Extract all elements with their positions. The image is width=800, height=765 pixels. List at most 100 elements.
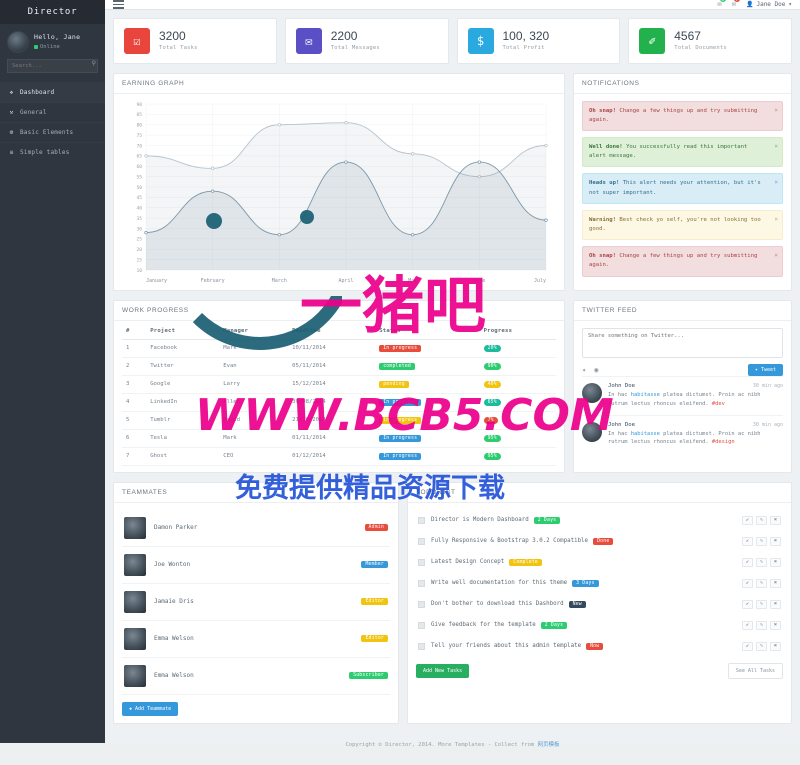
close-icon[interactable]: ✖ <box>770 515 781 525</box>
todo-actions: ✔ ✎ ✖ <box>742 599 781 609</box>
pencil-icon[interactable]: ✎ <box>756 557 767 567</box>
list-item[interactable]: Damon Parker Admin <box>122 510 390 547</box>
todo-checkbox[interactable] <box>418 558 425 566</box>
camera-icon[interactable]: ◉ <box>594 366 598 374</box>
cell-status: completed <box>375 357 480 376</box>
todo-list-panel: TODO LIST Director is Modern Dashboard 2… <box>407 481 792 724</box>
tweet-link[interactable]: habitasse <box>631 431 660 437</box>
tweet-button-label: Tweet <box>760 366 776 373</box>
close-icon[interactable]: × <box>774 251 778 261</box>
stat-value: 2200 <box>330 29 358 44</box>
check-icon[interactable]: ✔ <box>742 599 753 609</box>
sidebar-item-label: Simple tables <box>20 149 70 156</box>
list-item[interactable]: Jamaie Dris Editor <box>122 584 390 621</box>
sidebar-item-basic-elements[interactable]: ⚙ Basic Elements <box>0 122 105 142</box>
stat-card-total-messages[interactable]: ✉ 2200 Total Messages <box>284 17 449 64</box>
tweet-link[interactable]: habitasse <box>631 392 660 398</box>
pencil-icon[interactable]: ✎ <box>756 578 767 588</box>
check-icon[interactable]: ✔ <box>742 515 753 525</box>
pencil-icon[interactable]: ✎ <box>756 620 767 630</box>
sidebar-item-simple-tables[interactable]: ≡ Simple tables <box>0 142 105 162</box>
add-new-tasks-button[interactable]: Add New Tasks <box>416 663 470 678</box>
tweet-text: In hac habitasse platea dictumst. Proin … <box>608 391 761 407</box>
close-icon[interactable]: ✖ <box>770 578 781 588</box>
bell-icon[interactable]: ✉7 <box>732 0 740 8</box>
tweet-button[interactable]: ✦ Tweet <box>747 363 783 376</box>
cell-project: Tumblr <box>146 411 220 430</box>
alert-success: Well done! You successfully read this im… <box>582 136 783 168</box>
close-icon[interactable]: ✖ <box>770 599 781 609</box>
table-row[interactable]: 6 Tesla Mark 01/11/2014 In progress 95% <box>122 429 556 448</box>
alert-danger: Oh snap! Change a few things up and try … <box>582 100 783 131</box>
close-icon[interactable]: × <box>774 142 778 152</box>
pencil-icon[interactable]: ✎ <box>756 536 767 546</box>
check-icon[interactable]: ✔ <box>742 536 753 546</box>
close-icon[interactable]: × <box>774 178 778 188</box>
sidebar-item-general[interactable]: ⚒ General <box>0 102 105 122</box>
pencil-icon[interactable]: ✎ <box>756 599 767 609</box>
check-icon[interactable]: ✔ <box>742 578 753 588</box>
todo-checkbox[interactable] <box>418 537 425 545</box>
check-icon[interactable]: ✔ <box>742 557 753 567</box>
close-icon[interactable]: ✖ <box>770 536 781 546</box>
status-badge: completed <box>379 362 415 370</box>
svg-text:60: 60 <box>136 164 142 170</box>
close-icon[interactable]: ✖ <box>770 620 781 630</box>
cell-index: 4 <box>122 393 147 412</box>
close-icon[interactable]: × <box>774 106 778 116</box>
panel-title: TWITTER FEED <box>574 301 791 321</box>
table-row[interactable]: 3 Google Larry 15/12/2014 pending 40% <box>122 375 556 394</box>
todo-checkbox[interactable] <box>418 642 425 650</box>
cell-manager: Mark <box>219 429 289 448</box>
envelope-icon: ✉ <box>295 27 322 54</box>
table-row[interactable]: 1 Facebook Mark 10/11/2014 In progress 2… <box>122 339 556 358</box>
user-status-label: Online <box>40 43 60 50</box>
close-icon[interactable]: × <box>774 215 778 225</box>
check-icon[interactable]: ✔ <box>742 641 753 651</box>
cell-status: In progress <box>375 447 480 466</box>
tweet-hashtag[interactable]: #design <box>712 439 735 445</box>
close-icon[interactable]: ✖ <box>770 557 781 567</box>
todo-checkbox[interactable] <box>418 621 425 629</box>
twitter-icon[interactable]: ✦ <box>582 366 586 374</box>
check-icon[interactable]: ✔ <box>742 620 753 630</box>
sidebar-item-dashboard[interactable]: ❖ Dashboard <box>0 82 105 102</box>
pencil-icon[interactable]: ✎ <box>756 515 767 525</box>
svg-text:55: 55 <box>136 174 142 180</box>
cell-index: 3 <box>122 375 147 394</box>
todo-checkbox[interactable] <box>418 516 425 524</box>
search-input[interactable] <box>7 59 98 73</box>
todo-footer: Add New Tasks See All Tasks <box>416 662 783 679</box>
tweet-composer-input[interactable] <box>582 327 783 358</box>
cell-deadline: 01/11/2014 <box>288 429 376 448</box>
list-item[interactable]: Emma Welson Editor <box>122 621 390 658</box>
mail-icon[interactable]: ✉3 <box>718 0 726 8</box>
tweet-hashtag[interactable]: #dev <box>712 401 725 407</box>
hamburger-icon[interactable] <box>113 0 124 9</box>
list-item[interactable]: Joe Wonton Member <box>122 547 390 584</box>
stat-card-total-profit[interactable]: $ 100, 320 Total Profit <box>456 17 621 64</box>
search-icon[interactable]: ⚲ <box>92 60 96 67</box>
todo-checkbox[interactable] <box>418 579 425 587</box>
brand-logo[interactable]: Director <box>0 0 105 24</box>
stat-card-total-tasks[interactable]: ☑ 3200 Total Tasks <box>113 17 277 64</box>
sidebar-user[interactable]: Hello, Jane Online <box>0 24 105 57</box>
list-item[interactable]: Emma Welson Subscriber <box>122 658 390 695</box>
row-table-twitter: WORK PROGRESS # Project Manager Deadline Sta… <box>113 299 792 473</box>
dollar-icon: $ <box>467 27 494 54</box>
sidebar: Director Hello, Jane Online ⚲ ❖ Dashboar… <box>0 0 105 743</box>
table-row[interactable]: 4 LinkedIn Allen 30/08/2014 In progress … <box>122 393 556 412</box>
table-row[interactable]: 7 Ghost CEO 01/12/2014 In progress 95% <box>122 447 556 466</box>
stat-card-total-documents[interactable]: ✐ 4567 Total Documents <box>628 17 792 64</box>
table-row[interactable]: 5 Tumblr David 21/10/2014 in progress 7% <box>122 411 556 430</box>
todo-actions: ✔ ✎ ✖ <box>742 536 781 546</box>
see-all-tasks-button[interactable]: See All Tasks <box>727 662 783 679</box>
user-menu[interactable]: 👤 Jane Doe ▾ <box>746 1 792 8</box>
add-teammate-button[interactable]: ✚ Add Teammate <box>122 701 179 716</box>
svg-text:15: 15 <box>136 257 142 263</box>
table-row[interactable]: 2 Twitter Evan 05/11/2014 completed 90% <box>122 357 556 376</box>
close-icon[interactable]: ✖ <box>770 641 781 651</box>
todo-checkbox[interactable] <box>418 600 425 608</box>
role-badge: Editor <box>361 635 388 643</box>
pencil-icon[interactable]: ✎ <box>756 641 767 651</box>
